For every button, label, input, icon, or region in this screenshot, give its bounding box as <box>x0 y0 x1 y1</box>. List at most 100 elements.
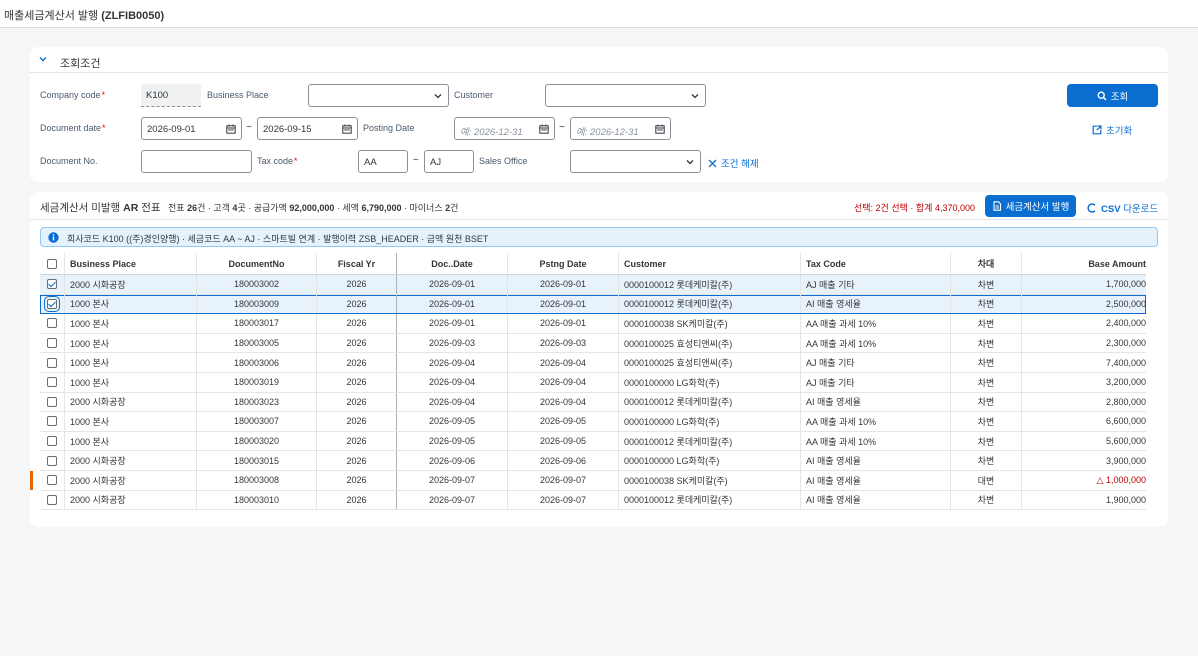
table-cell: 2000 시화공장 <box>65 490 197 510</box>
table-cell: 1000 본사 <box>65 314 197 333</box>
tax-code-from[interactable]: AA <box>358 150 408 173</box>
table-row[interactable]: 1000 본사 180003009 2026 2026-09-01 2026-09-01… <box>40 294 1146 315</box>
cell-base-amount: 2,400,000 <box>1105 318 1146 329</box>
table-cell: 180003007 <box>197 412 317 431</box>
table-cell: 차변 <box>951 412 1022 431</box>
cell-debit-credit: 차변 <box>977 377 995 388</box>
chevron-down-icon[interactable] <box>38 54 48 64</box>
table-cell: 180003009 <box>197 294 317 314</box>
row-checkbox[interactable] <box>47 338 57 349</box>
table-cell: 차변 <box>951 314 1022 333</box>
calendar-icon[interactable] <box>539 124 549 134</box>
cell-tax-code: AJ 매출 기타 <box>806 377 855 388</box>
business-place-select[interactable] <box>308 84 449 107</box>
table-cell: 2026-09-03 <box>397 333 508 353</box>
row-checkbox[interactable] <box>47 318 57 329</box>
issue-invoice-button[interactable]: 세금계산서 발행 <box>985 195 1076 217</box>
cell-tax-code: AI 매출 영세율 <box>806 299 861 310</box>
row-select-cell <box>40 275 65 294</box>
stat-label: 공급가액 <box>253 203 290 213</box>
table-cell: 2026-09-06 <box>508 451 619 470</box>
cell-posting-date: 2026-09-03 <box>539 338 587 349</box>
stat-unit: · <box>401 203 410 213</box>
table-cell: 2026 <box>317 275 397 294</box>
sales-office-select[interactable] <box>570 150 701 173</box>
cell-document-no: 180003017 <box>233 318 280 329</box>
table-cell: AI 매출 영세율 <box>801 294 951 314</box>
row-checkbox[interactable] <box>44 295 60 312</box>
table-cell: 2026-09-01 <box>397 294 508 314</box>
table-cell: 2,500,000 <box>1022 295 1146 314</box>
table-row[interactable]: 2000 시화공장 180003008 2026 2026-09-07 2026-09-… <box>30 471 1146 491</box>
table-cell: 2026-09-07 <box>397 471 508 490</box>
info-icon <box>48 232 59 243</box>
table-row[interactable]: 1000 본사 180003017 2026 2026-09-01 2026-09-01… <box>40 314 1146 334</box>
calendar-icon[interactable] <box>226 124 236 134</box>
column-header[interactable]: Doc..Date <box>397 253 508 274</box>
posting-date-from[interactable]: 예: 2026-12-31 <box>454 117 555 140</box>
cell-document-no: 180003015 <box>233 455 280 466</box>
row-checkbox[interactable] <box>47 494 57 505</box>
cell-debit-credit: 차변 <box>977 318 995 329</box>
filter-section-label: 조회조건 <box>60 58 101 70</box>
cell-fiscal-year: 2026 <box>346 416 367 427</box>
table-row[interactable]: 2000 시화공장 180003015 2026 2026-09-06 2026-09-… <box>40 451 1146 471</box>
table-cell: AA 매출 과세 10% <box>801 333 951 353</box>
column-header[interactable]: Business Place <box>65 253 197 274</box>
table-row[interactable]: 2000 시화공장 180003002 2026 2026-09-01 2026-09-… <box>40 275 1146 295</box>
column-header-doc-date: Doc..Date <box>431 258 473 269</box>
table-row[interactable]: 1000 본사 180003007 2026 2026-09-05 2026-09-05… <box>40 412 1146 432</box>
clear-conditions-button[interactable]: 조건 해제 <box>708 156 759 170</box>
calendar-icon[interactable] <box>342 124 352 134</box>
row-checkbox[interactable] <box>47 455 57 466</box>
row-checkbox[interactable] <box>47 475 57 486</box>
table-row[interactable]: 2000 시화공장 180003023 2026 2026-09-04 2026-09-… <box>40 392 1146 413</box>
calendar-icon[interactable] <box>655 124 665 134</box>
filter-header[interactable]: 조회조건 <box>30 47 1168 73</box>
table-cell: 0000100025 효성티앤씨(주) <box>619 353 801 372</box>
row-checkbox[interactable] <box>47 279 57 290</box>
document-date-to[interactable]: 2026-09-15 <box>257 117 358 140</box>
column-header[interactable]: Tax Code <box>801 253 951 274</box>
column-header-tax-code: Tax Code <box>806 258 846 269</box>
search-button[interactable]: 조회 <box>1067 84 1158 107</box>
column-header[interactable]: Fiscal Yr <box>317 253 397 274</box>
table-cell: AA 매출 과세 10% <box>801 431 951 451</box>
select-all-checkbox[interactable] <box>47 258 57 269</box>
posting-date-to[interactable]: 예: 2026-12-31 <box>570 117 671 140</box>
table-cell: 2026 <box>317 294 397 314</box>
csv-download-button[interactable]: CSV 다운로드 <box>1087 201 1158 215</box>
table-cell: 3,900,000 <box>1022 451 1146 470</box>
cell-document-no: 180003006 <box>233 357 280 368</box>
table-row[interactable]: 1000 본사 180003019 2026 2026-09-04 2026-09-04… <box>40 373 1146 393</box>
column-header[interactable]: DocumentNo <box>197 253 317 274</box>
column-header[interactable]: Base Amount <box>1022 253 1146 274</box>
cell-posting-date: 2026-09-06 <box>539 455 587 466</box>
table-cell: 0000100012 롯데케미칼(주) <box>619 431 801 451</box>
row-checkbox[interactable] <box>47 377 57 388</box>
page-title: 매출세금계산서 발행 (ZLFIB0050) <box>4 10 165 22</box>
document-date-from[interactable]: 2026-09-01 <box>141 117 242 140</box>
cell-fiscal-year: 2026 <box>346 494 367 505</box>
row-checkbox[interactable] <box>47 416 57 427</box>
table-row[interactable]: 1000 본사 180003006 2026 2026-09-04 2026-09-04… <box>40 353 1146 373</box>
row-checkbox[interactable] <box>47 436 57 447</box>
column-header[interactable]: 차대 <box>951 253 1022 274</box>
table-row[interactable]: 1000 본사 180003005 2026 2026-09-03 2026-09-03… <box>40 333 1146 354</box>
column-header[interactable]: Customer <box>619 253 801 274</box>
row-checkbox[interactable] <box>47 357 57 368</box>
column-header-document-no: DocumentNo <box>228 258 285 269</box>
table-row[interactable]: 1000 본사 180003020 2026 2026-09-05 2026-09-05… <box>40 431 1146 452</box>
tax-code-to[interactable]: AJ <box>424 150 474 173</box>
info-strip-text: 회사코드 K100 ((주)경인양행) · 세금코드 AA ~ AJ · 스마트… <box>67 234 489 244</box>
table-cell: AJ 매출 기타 <box>801 373 951 392</box>
table-cell: 0000100000 LG화학(주) <box>619 373 801 392</box>
customer-select[interactable] <box>545 84 706 107</box>
document-no-input[interactable] <box>141 150 252 173</box>
table-row[interactable]: 2000 시화공장 180003010 2026 2026-09-07 2026-09-… <box>40 490 1146 511</box>
table-cell: 180003010 <box>197 490 317 510</box>
negative-marker <box>30 471 33 490</box>
reset-button[interactable]: 초기화 <box>1092 123 1132 137</box>
row-checkbox[interactable] <box>47 396 57 407</box>
column-header[interactable]: Pstng Date <box>508 253 619 274</box>
